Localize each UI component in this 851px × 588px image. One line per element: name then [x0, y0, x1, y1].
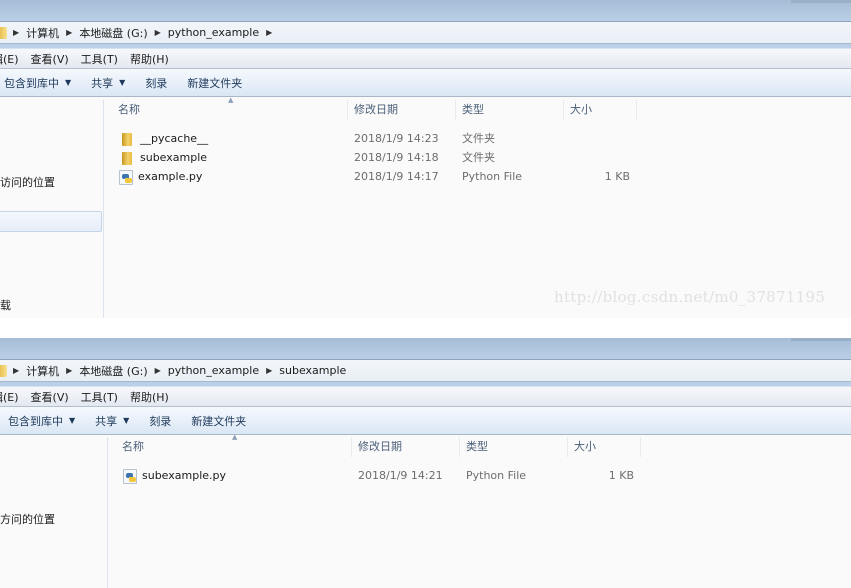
burn-button[interactable]: 刻录	[145, 75, 167, 91]
navigation-pane[interactable]: 方问的位置	[0, 437, 108, 588]
burn-button[interactable]: 刻录	[149, 413, 171, 429]
menu-view[interactable]: 查看(V)	[31, 51, 69, 67]
menu-bar: 辑(E) 查看(V) 工具(T) 帮助(H)	[0, 49, 851, 69]
folder-icon	[0, 364, 7, 377]
command-bar: 包含到库中 ▼ 共享 ▼ 刻录 新建文件夹	[0, 407, 851, 435]
breadcrumb-computer[interactable]: ▶ 计算机	[13, 363, 66, 379]
nav-item-recent-places[interactable]: 方问的位置	[0, 511, 55, 527]
menu-help[interactable]: 帮助(H)	[130, 51, 169, 67]
explorer-window-subexample: ▶ 计算机 ▶ 本地磁盘 (G:) ▶ python_example ▶ subexam…	[0, 338, 851, 588]
watermark-text: http://blog.csdn.net/m0_37871195	[554, 288, 826, 306]
include-in-library-button[interactable]: 包含到库中 ▼	[8, 413, 75, 429]
file-row[interactable]: subexample 2018/1/9 14:18 文件夹	[104, 149, 704, 167]
chevron-right-icon[interactable]: ▶	[13, 366, 19, 375]
chevron-right-icon[interactable]: ▶	[266, 28, 272, 37]
file-name: __pycache__	[140, 132, 209, 145]
column-header-date[interactable]: 修改日期	[352, 437, 460, 457]
chevron-right-icon[interactable]: ▶	[155, 28, 161, 37]
column-header-type[interactable]: 类型	[456, 100, 564, 120]
column-header-row: ▲ 名称 修改日期 类型 大小	[104, 96, 851, 120]
address-bar[interactable]: ▶ 计算机 ▶ 本地磁盘 (G:) ▶ python_example ▶ subexam…	[0, 360, 851, 382]
menu-tools[interactable]: 工具(T)	[81, 389, 118, 405]
chevron-down-icon: ▼	[69, 416, 76, 425]
python-file-icon	[123, 468, 137, 484]
file-list: ▲ 名称 修改日期 类型 大小 __pycache__ 2018/1/9 14:…	[104, 96, 851, 318]
column-header-type[interactable]: 类型	[460, 437, 568, 457]
file-type: 文件夹	[462, 151, 495, 164]
chevron-down-icon: ▼	[119, 78, 126, 87]
breadcrumb-expand[interactable]: ▶	[266, 28, 279, 37]
title-bar	[0, 338, 851, 360]
chevron-down-icon: ▼	[123, 416, 130, 425]
column-header-name[interactable]: 名称	[112, 100, 348, 120]
command-bar: 包含到库中 ▼ 共享 ▼ 刻录 新建文件夹	[0, 69, 851, 97]
explorer-body: 方问的位置 ▲ 名称 修改日期 类型 大小 subexample.py 2018…	[0, 433, 851, 588]
nav-item-recent-places[interactable]: 访问的位置	[0, 174, 55, 190]
navigation-pane[interactable]: 访问的位置 载	[0, 100, 104, 318]
breadcrumb-local-disk[interactable]: ▶ 本地磁盘 (G:)	[66, 25, 154, 41]
file-row[interactable]: __pycache__ 2018/1/9 14:23 文件夹	[104, 130, 704, 148]
file-name: subexample.py	[142, 469, 227, 482]
breadcrumb-python-example[interactable]: ▶ python_example	[155, 26, 266, 39]
file-date: 2018/1/9 14:23	[354, 132, 439, 145]
column-header-row: ▲ 名称 修改日期 类型 大小	[108, 433, 851, 457]
address-bar[interactable]: ▶ 计算机 ▶ 本地磁盘 (G:) ▶ python_example ▶	[0, 22, 851, 44]
folder-icon	[0, 26, 7, 39]
file-type: 文件夹	[462, 132, 495, 145]
explorer-window-python-example: ▶计算机 ▶本地磁盘 (G:) ▶python_example ▶ 辑(E) 查…	[0, 0, 851, 318]
file-name: example.py	[138, 170, 203, 183]
title-bar	[0, 0, 851, 22]
new-folder-button[interactable]: 新建文件夹	[187, 75, 242, 91]
breadcrumb-computer[interactable]: ▶ 计算机	[13, 25, 66, 41]
python-file-icon	[119, 169, 133, 185]
menu-help[interactable]: 帮助(H)	[130, 389, 169, 405]
share-button[interactable]: 共享 ▼	[95, 413, 129, 429]
column-header-name[interactable]: 名称	[116, 437, 352, 457]
nav-item-downloads[interactable]: 载	[0, 297, 11, 313]
share-button[interactable]: 共享 ▼	[91, 75, 125, 91]
include-in-library-button[interactable]: 包含到库中 ▼	[4, 75, 71, 91]
folder-icon	[121, 151, 133, 165]
column-header-size[interactable]: 大小	[568, 437, 641, 457]
file-date: 2018/1/9 14:21	[358, 469, 443, 482]
breadcrumb-subexample[interactable]: ▶ subexample	[266, 364, 353, 377]
folder-icon	[121, 132, 133, 146]
column-header-size[interactable]: 大小	[564, 100, 637, 120]
file-list: ▲ 名称 修改日期 类型 大小 subexample.py 2018/1/9 1…	[108, 433, 851, 588]
breadcrumb-local-disk[interactable]: ▶ 本地磁盘 (G:)	[66, 363, 154, 379]
chevron-right-icon[interactable]: ▶	[266, 366, 272, 375]
file-type: Python File	[466, 469, 527, 482]
file-row[interactable]: example.py 2018/1/9 14:17 Python File 1 …	[104, 168, 704, 186]
file-size: 1 KB	[604, 170, 630, 183]
menu-edit[interactable]: 辑(E)	[0, 51, 19, 67]
chevron-right-icon[interactable]: ▶	[13, 28, 19, 37]
column-header-date[interactable]: 修改日期	[348, 100, 456, 120]
explorer-body: 访问的位置 载 ▲ 名称 修改日期 类型 大小 __pycache__ 2018…	[0, 96, 851, 318]
chevron-right-icon[interactable]: ▶	[155, 366, 161, 375]
menu-edit[interactable]: 辑(E)	[0, 389, 19, 405]
chevron-down-icon: ▼	[65, 78, 72, 87]
breadcrumb-python-example[interactable]: ▶ python_example	[155, 364, 266, 377]
file-row[interactable]: subexample.py 2018/1/9 14:21 Python File…	[108, 467, 708, 485]
file-type: Python File	[462, 170, 523, 183]
nav-item-selected[interactable]	[0, 211, 102, 232]
file-date: 2018/1/9 14:17	[354, 170, 439, 183]
new-folder-button[interactable]: 新建文件夹	[191, 413, 246, 429]
menu-view[interactable]: 查看(V)	[31, 389, 69, 405]
menu-bar: 辑(E) 查看(V) 工具(T) 帮助(H)	[0, 387, 851, 407]
file-name: subexample	[140, 151, 208, 164]
chevron-right-icon[interactable]: ▶	[66, 366, 72, 375]
file-date: 2018/1/9 14:18	[354, 151, 439, 164]
chevron-right-icon[interactable]: ▶	[66, 28, 72, 37]
file-size: 1 KB	[608, 469, 634, 482]
menu-tools[interactable]: 工具(T)	[81, 51, 118, 67]
